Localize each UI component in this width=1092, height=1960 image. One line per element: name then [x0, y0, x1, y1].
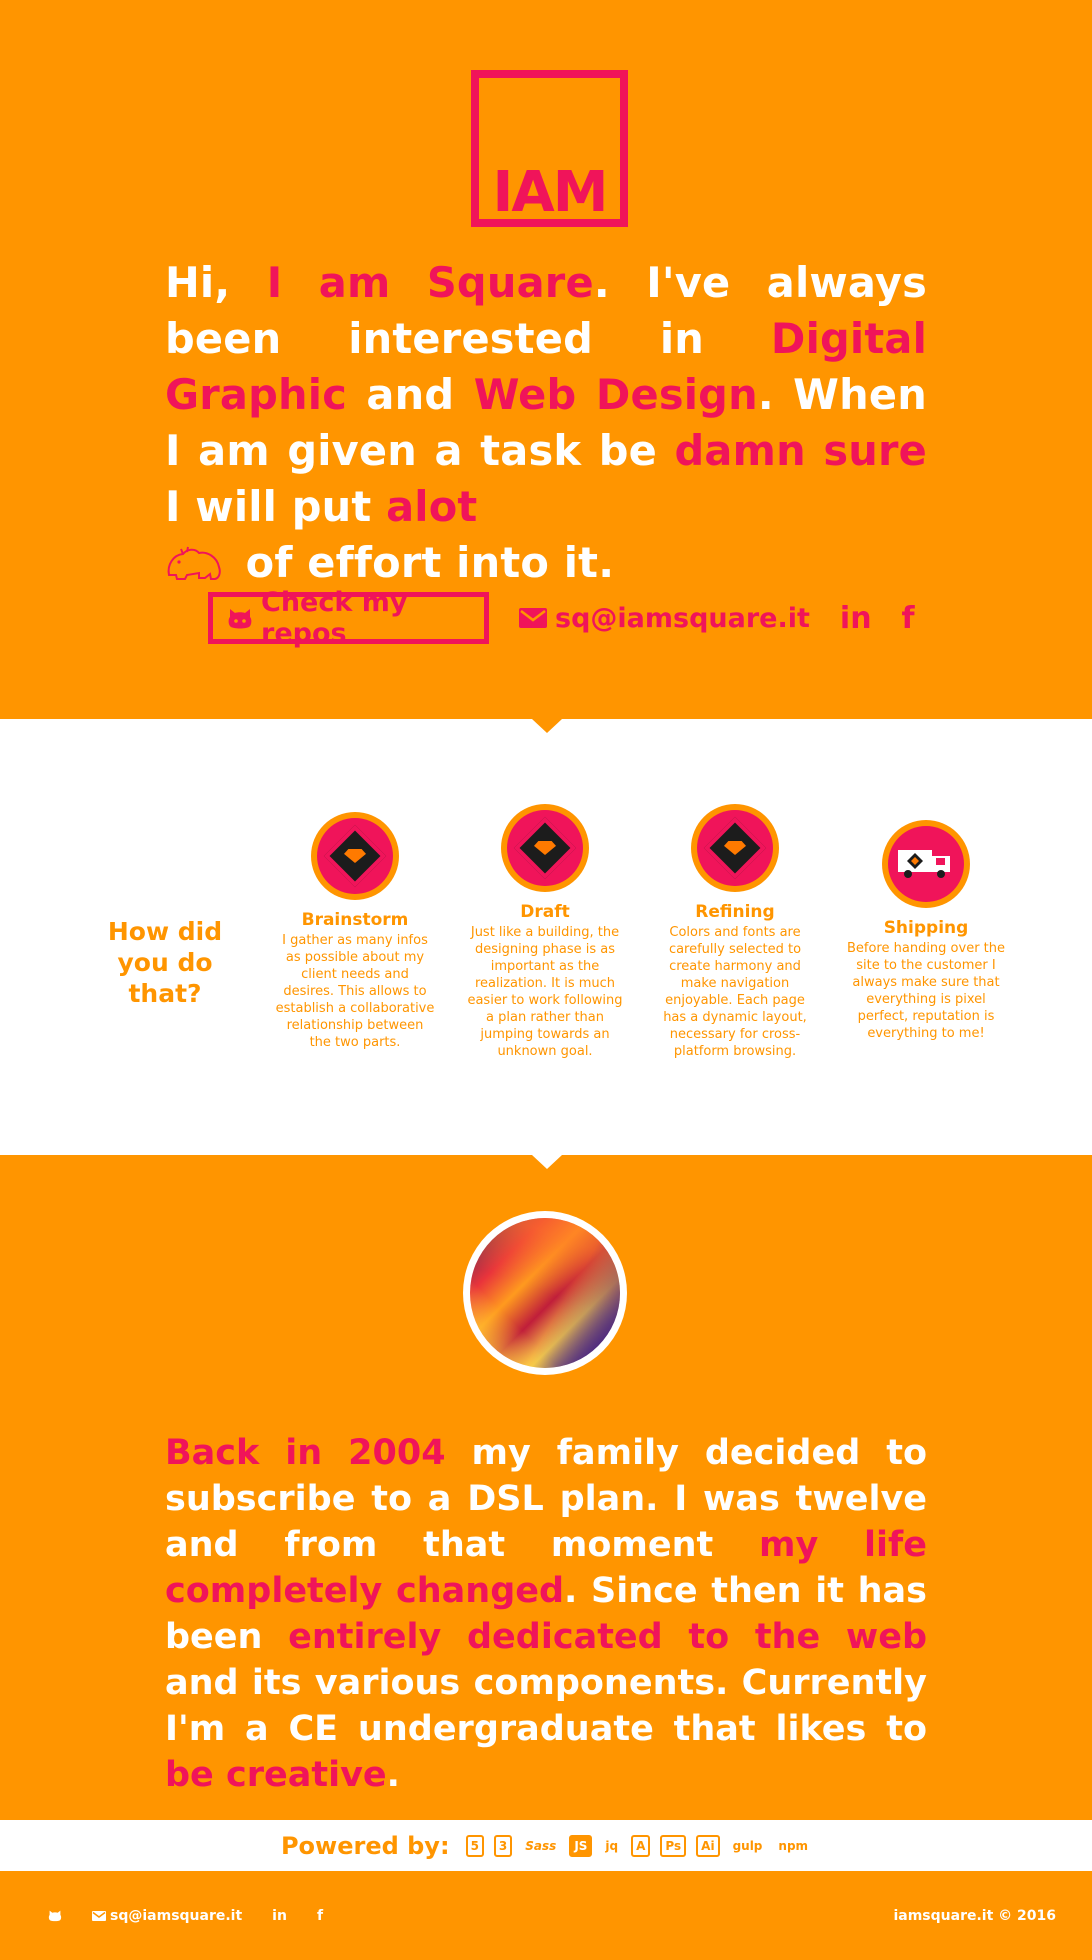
step-refining: Refining Colors and fonts are carefully …: [655, 804, 815, 1060]
footer-links: sq@iamsquare.it in f: [48, 1908, 323, 1924]
gulp-icon: gulp: [732, 1838, 763, 1853]
about-section: Back in 2004 my family decided to subscr…: [0, 1155, 1092, 1820]
hippo-icon: [165, 545, 223, 583]
footer: sq@iamsquare.it in f iamsquare.it © 2016: [0, 1871, 1092, 1960]
css3-icon: 3: [493, 1834, 513, 1857]
npm-icon: npm: [778, 1838, 809, 1853]
envelope-icon: [519, 608, 547, 628]
sketch-diamond-icon: [311, 812, 399, 900]
about-highlight: entirely dedicated to the web: [288, 1617, 928, 1657]
about-highlight: Back in 2004: [165, 1433, 446, 1473]
sass-icon: Sass: [525, 1838, 557, 1853]
about-highlight: be creative: [165, 1755, 387, 1795]
js-icon: JS: [569, 1834, 593, 1857]
logo-text: IAM: [492, 160, 609, 225]
copyright: iamsquare.it © 2016: [893, 1907, 1056, 1924]
linkedin-link[interactable]: in: [840, 601, 872, 636]
intro-text: Hi,: [165, 258, 267, 307]
jquery-icon: jq: [605, 1838, 619, 1853]
hero-section: IAM Hi, I am Square. I've always been in…: [0, 0, 1092, 719]
intro-highlight: Web Design: [473, 370, 758, 419]
contact-links: Check my repos sq@iamsquare.it in f: [208, 587, 915, 649]
intro-text: and: [347, 370, 474, 419]
check-repos-label: Check my repos: [261, 587, 408, 649]
envelope-icon: [92, 1910, 106, 1921]
github-icon: [227, 606, 253, 630]
truck-icon: [882, 820, 970, 908]
step-text: Before handing over the site to the cust…: [846, 941, 1006, 1041]
step-text: I gather as many infos as possible about…: [275, 933, 435, 1050]
footer-email-label: sq@iamsquare.it: [110, 1907, 243, 1924]
section-pointer: [532, 1155, 562, 1169]
sketch-diamond-icon: [691, 804, 779, 892]
about-text: .: [386, 1755, 400, 1795]
footer-linkedin-link[interactable]: in: [272, 1908, 287, 1924]
powered-by-label: Powered by:: [280, 1831, 450, 1860]
section-pointer: [532, 719, 562, 733]
step-shipping: Shipping Before handing over the site to…: [846, 820, 1006, 1042]
process-section: How did you do that? Brainstorm I gather…: [0, 719, 1092, 1155]
intro-paragraph: Hi, I am Square. I've always been intere…: [165, 255, 927, 591]
intro-highlight: I am Square: [266, 258, 594, 307]
sketch-diamond-icon: [501, 804, 589, 892]
email-label: sq@iamsquare.it: [555, 602, 810, 634]
intro-highlight: damn sure: [674, 426, 927, 475]
html5-icon: 5: [465, 1834, 484, 1857]
about-paragraph: Back in 2004 my family decided to subscr…: [165, 1430, 927, 1798]
step-draft: Draft Just like a building, the designin…: [465, 804, 625, 1060]
facebook-icon: f: [901, 600, 915, 636]
photoshop-icon: Ps: [660, 1834, 687, 1857]
intro-text: of effort into it.: [231, 538, 615, 587]
iam-logo[interactable]: IAM: [471, 70, 628, 227]
about-text: and its various components. Currently I'…: [165, 1663, 927, 1749]
avatar-image: [470, 1218, 620, 1368]
intro-text: I will put: [165, 482, 387, 531]
angular-icon: A: [631, 1834, 651, 1857]
step-text: Colors and fonts are carefully selected …: [663, 925, 807, 1059]
check-repos-button[interactable]: Check my repos: [208, 587, 489, 649]
footer-github-link[interactable]: [48, 1909, 62, 1922]
intro-highlight: alot: [386, 482, 478, 531]
powered-by-bar: Powered by: 5 3 Sass JS jq A Ps Ai gulp …: [0, 1820, 1092, 1871]
step-brainstorm: Brainstorm I gather as many infos as pos…: [275, 812, 435, 1051]
facebook-link[interactable]: f: [902, 601, 915, 636]
process-heading: How did you do that?: [107, 917, 223, 1008]
linkedin-icon: in: [839, 600, 872, 636]
email-link[interactable]: sq@iamsquare.it: [519, 603, 810, 634]
step-text: Just like a building, the designing phas…: [467, 925, 623, 1059]
step-title: Draft: [520, 902, 570, 922]
step-title: Brainstorm: [301, 910, 409, 930]
step-title: Refining: [695, 902, 775, 922]
footer-email-link[interactable]: sq@iamsquare.it: [92, 1908, 242, 1924]
footer-facebook-link[interactable]: f: [317, 1908, 323, 1924]
illustrator-icon: Ai: [696, 1834, 720, 1857]
avatar: [463, 1211, 627, 1375]
github-icon: [48, 1909, 62, 1922]
step-title: Shipping: [883, 918, 969, 938]
